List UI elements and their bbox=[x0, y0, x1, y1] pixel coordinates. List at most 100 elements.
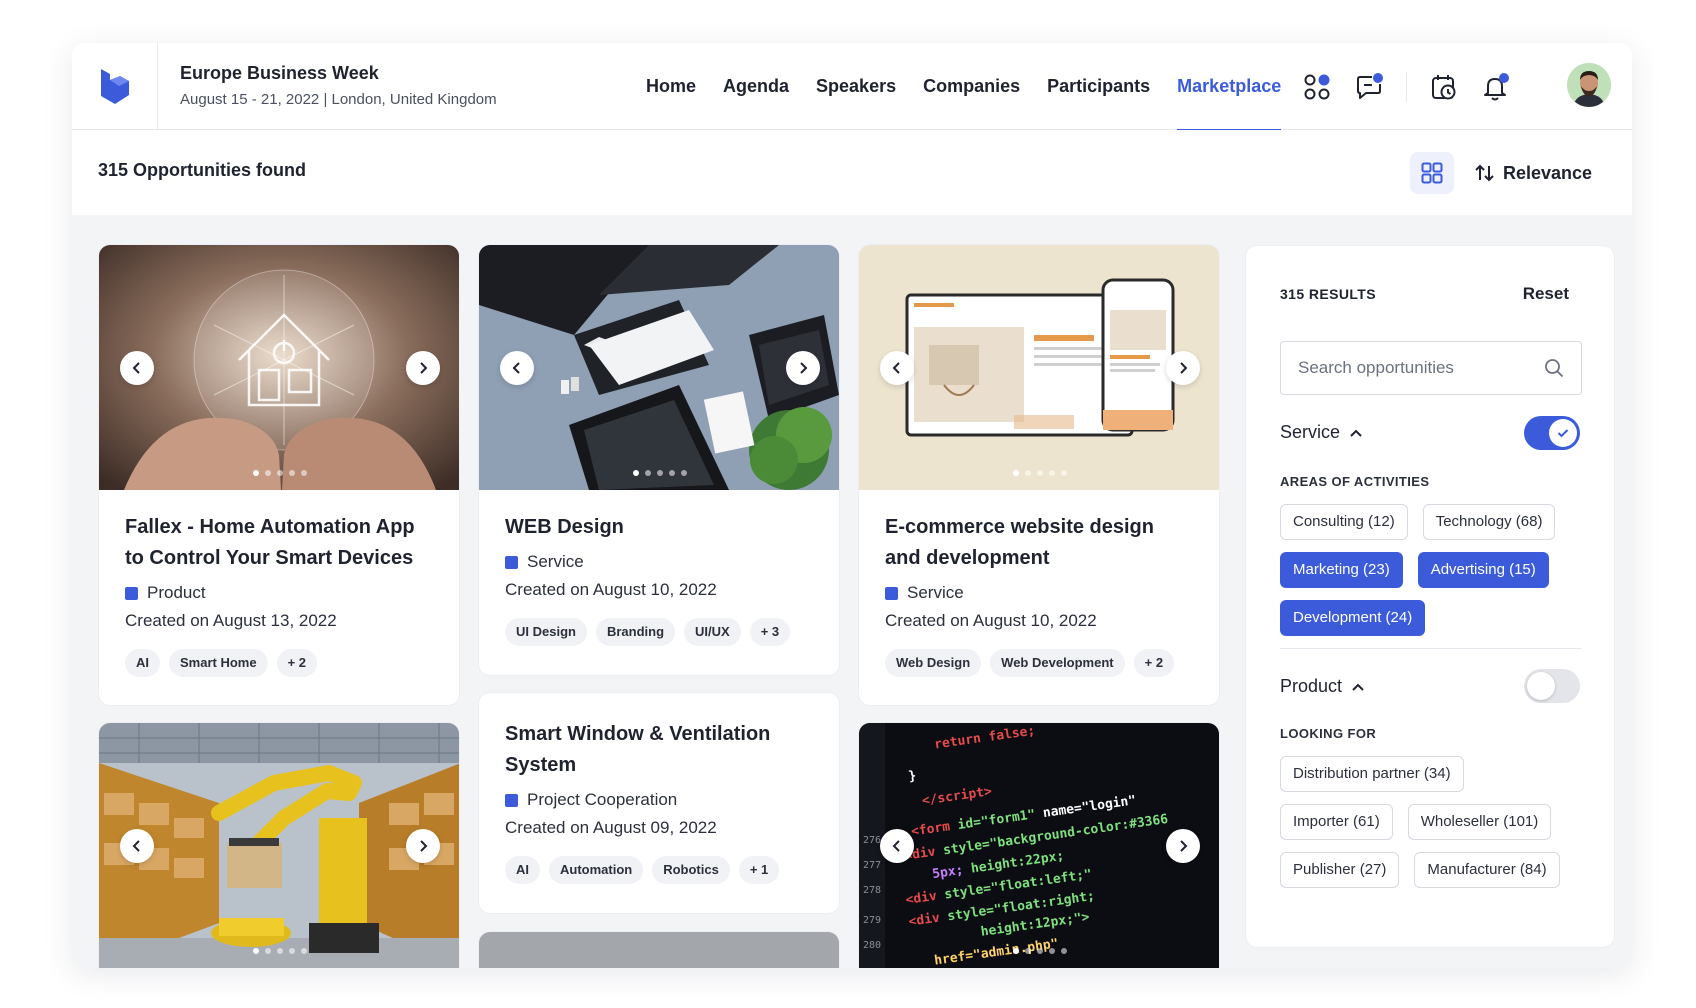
tag[interactable]: Robotics bbox=[652, 856, 730, 884]
carousel-dot[interactable] bbox=[1061, 948, 1067, 954]
card-title[interactable]: Smart Window & Ventilation System bbox=[505, 719, 813, 781]
card-type-label: Project Cooperation bbox=[527, 790, 678, 809]
carousel-dot[interactable] bbox=[253, 948, 259, 954]
check-icon bbox=[1557, 429, 1569, 438]
tag[interactable]: Web Design bbox=[885, 649, 982, 677]
carousel-dot[interactable] bbox=[1013, 948, 1019, 954]
chip-development[interactable]: Development (24) bbox=[1280, 600, 1426, 636]
carousel-dot[interactable] bbox=[1025, 470, 1031, 476]
nav-marketplace[interactable]: Marketplace bbox=[1177, 43, 1282, 131]
opportunity-card[interactable]: Smart Window & Ventilation System Projec… bbox=[478, 692, 840, 914]
chevron-left-icon bbox=[132, 840, 140, 852]
notifications-button[interactable] bbox=[1481, 72, 1511, 102]
opportunity-card[interactable]: E-commerce website design and developmen… bbox=[858, 244, 1220, 706]
user-avatar[interactable] bbox=[1567, 63, 1611, 107]
service-section-toggle[interactable]: Service bbox=[1280, 422, 1363, 443]
sort-button[interactable]: Relevance bbox=[1475, 152, 1592, 194]
search-input[interactable] bbox=[1298, 358, 1544, 378]
carousel-prev-button[interactable] bbox=[880, 351, 914, 385]
carousel-dot[interactable] bbox=[1013, 470, 1019, 476]
tag[interactable]: Branding bbox=[595, 618, 676, 646]
product-switch[interactable] bbox=[1524, 669, 1580, 703]
looking-for-chips: Distribution partner (34) Importer (61) … bbox=[1280, 756, 1590, 900]
chip-manufacturer[interactable]: Manufacturer (84) bbox=[1414, 852, 1560, 888]
carousel-dot[interactable] bbox=[1049, 948, 1055, 954]
service-switch[interactable] bbox=[1524, 416, 1580, 450]
carousel-dot[interactable] bbox=[681, 470, 687, 476]
carousel-next-button[interactable] bbox=[406, 351, 440, 385]
apps-button[interactable] bbox=[1302, 72, 1332, 102]
logo[interactable] bbox=[72, 43, 158, 130]
chip-consulting[interactable]: Consulting (12) bbox=[1280, 504, 1408, 540]
chat-button[interactable] bbox=[1354, 72, 1384, 102]
card-title[interactable]: Fallex - Home Automation App to Control … bbox=[125, 512, 433, 574]
opportunity-card[interactable]: return false; } </script> <form id="form… bbox=[858, 722, 1220, 968]
carousel-dot[interactable] bbox=[289, 948, 295, 954]
tag-more[interactable]: + 2 bbox=[1133, 649, 1175, 677]
carousel-dot[interactable] bbox=[1025, 948, 1031, 954]
card-title[interactable]: E-commerce website design and developmen… bbox=[885, 512, 1193, 574]
carousel-dot[interactable] bbox=[265, 470, 271, 476]
nav-speakers[interactable]: Speakers bbox=[816, 43, 896, 130]
card-title[interactable]: WEB Design bbox=[505, 512, 813, 543]
carousel-dot[interactable] bbox=[301, 948, 307, 954]
product-section-toggle[interactable]: Product bbox=[1280, 676, 1365, 697]
event-title: Europe Business Week bbox=[180, 63, 379, 83]
chip-marketing[interactable]: Marketing (23) bbox=[1280, 552, 1403, 588]
carousel-next-button[interactable] bbox=[1166, 829, 1200, 863]
chip-wholeseller[interactable]: Wholeseller (101) bbox=[1407, 804, 1552, 840]
carousel-dot[interactable] bbox=[277, 470, 283, 476]
chip-technology[interactable]: Technology (68) bbox=[1422, 504, 1556, 540]
opportunity-card[interactable]: WEB Design Service Created on August 10,… bbox=[478, 244, 840, 676]
carousel-dot[interactable] bbox=[1049, 470, 1055, 476]
carousel-prev-button[interactable] bbox=[120, 351, 154, 385]
nav-participants[interactable]: Participants bbox=[1047, 43, 1150, 130]
carousel-next-button[interactable] bbox=[786, 351, 820, 385]
carousel-next-button[interactable] bbox=[1166, 351, 1200, 385]
carousel-dot[interactable] bbox=[301, 470, 307, 476]
search-icon[interactable] bbox=[1544, 358, 1564, 378]
carousel-dot[interactable] bbox=[277, 948, 283, 954]
tag-more[interactable]: + 1 bbox=[738, 856, 780, 884]
opportunity-card[interactable] bbox=[98, 722, 460, 968]
tag[interactable]: AI bbox=[125, 649, 160, 677]
carousel-dot[interactable] bbox=[289, 470, 295, 476]
carousel-dot[interactable] bbox=[645, 470, 651, 476]
tag[interactable]: AI bbox=[505, 856, 540, 884]
carousel-prev-button[interactable] bbox=[120, 829, 154, 863]
calendar-button[interactable] bbox=[1429, 72, 1459, 102]
tag-more[interactable]: + 3 bbox=[749, 618, 791, 646]
tag[interactable]: UI Design bbox=[505, 618, 587, 646]
card-type: Service bbox=[505, 552, 813, 572]
carousel-dot[interactable] bbox=[1037, 948, 1043, 954]
reset-button[interactable]: Reset bbox=[1523, 284, 1569, 304]
chat-icon bbox=[1357, 72, 1383, 99]
nav-agenda[interactable]: Agenda bbox=[723, 43, 789, 130]
carousel-dot[interactable] bbox=[669, 470, 675, 476]
areas-chips: Consulting (12) Technology (68) Marketin… bbox=[1280, 504, 1590, 648]
carousel-dot[interactable] bbox=[265, 948, 271, 954]
tag-more[interactable]: + 2 bbox=[276, 649, 318, 677]
chip-advertising[interactable]: Advertising (15) bbox=[1417, 552, 1549, 588]
opportunity-card[interactable]: Fallex - Home Automation App to Control … bbox=[98, 244, 460, 706]
carousel-next-button[interactable] bbox=[406, 829, 440, 863]
carousel-prev-button[interactable] bbox=[880, 829, 914, 863]
carousel-dot[interactable] bbox=[633, 470, 639, 476]
chip-publisher[interactable]: Publisher (27) bbox=[1280, 852, 1400, 888]
nav-home[interactable]: Home bbox=[646, 43, 696, 130]
tag[interactable]: Automation bbox=[549, 856, 644, 884]
tag[interactable]: UI/UX bbox=[684, 618, 741, 646]
carousel-dot[interactable] bbox=[657, 470, 663, 476]
carousel-prev-button[interactable] bbox=[500, 351, 534, 385]
carousel-dot[interactable] bbox=[1061, 470, 1067, 476]
tag[interactable]: Web Development bbox=[990, 649, 1125, 677]
chip-distribution-partner[interactable]: Distribution partner (34) bbox=[1280, 756, 1464, 792]
carousel-dot[interactable] bbox=[253, 470, 259, 476]
nav-companies[interactable]: Companies bbox=[923, 43, 1020, 130]
card-date: Created on August 10, 2022 bbox=[885, 611, 1097, 630]
carousel-dot[interactable] bbox=[1037, 470, 1043, 476]
opportunity-card[interactable] bbox=[478, 931, 840, 968]
chip-importer[interactable]: Importer (61) bbox=[1280, 804, 1393, 840]
grid-view-button[interactable] bbox=[1410, 152, 1454, 194]
tag[interactable]: Smart Home bbox=[169, 649, 268, 677]
